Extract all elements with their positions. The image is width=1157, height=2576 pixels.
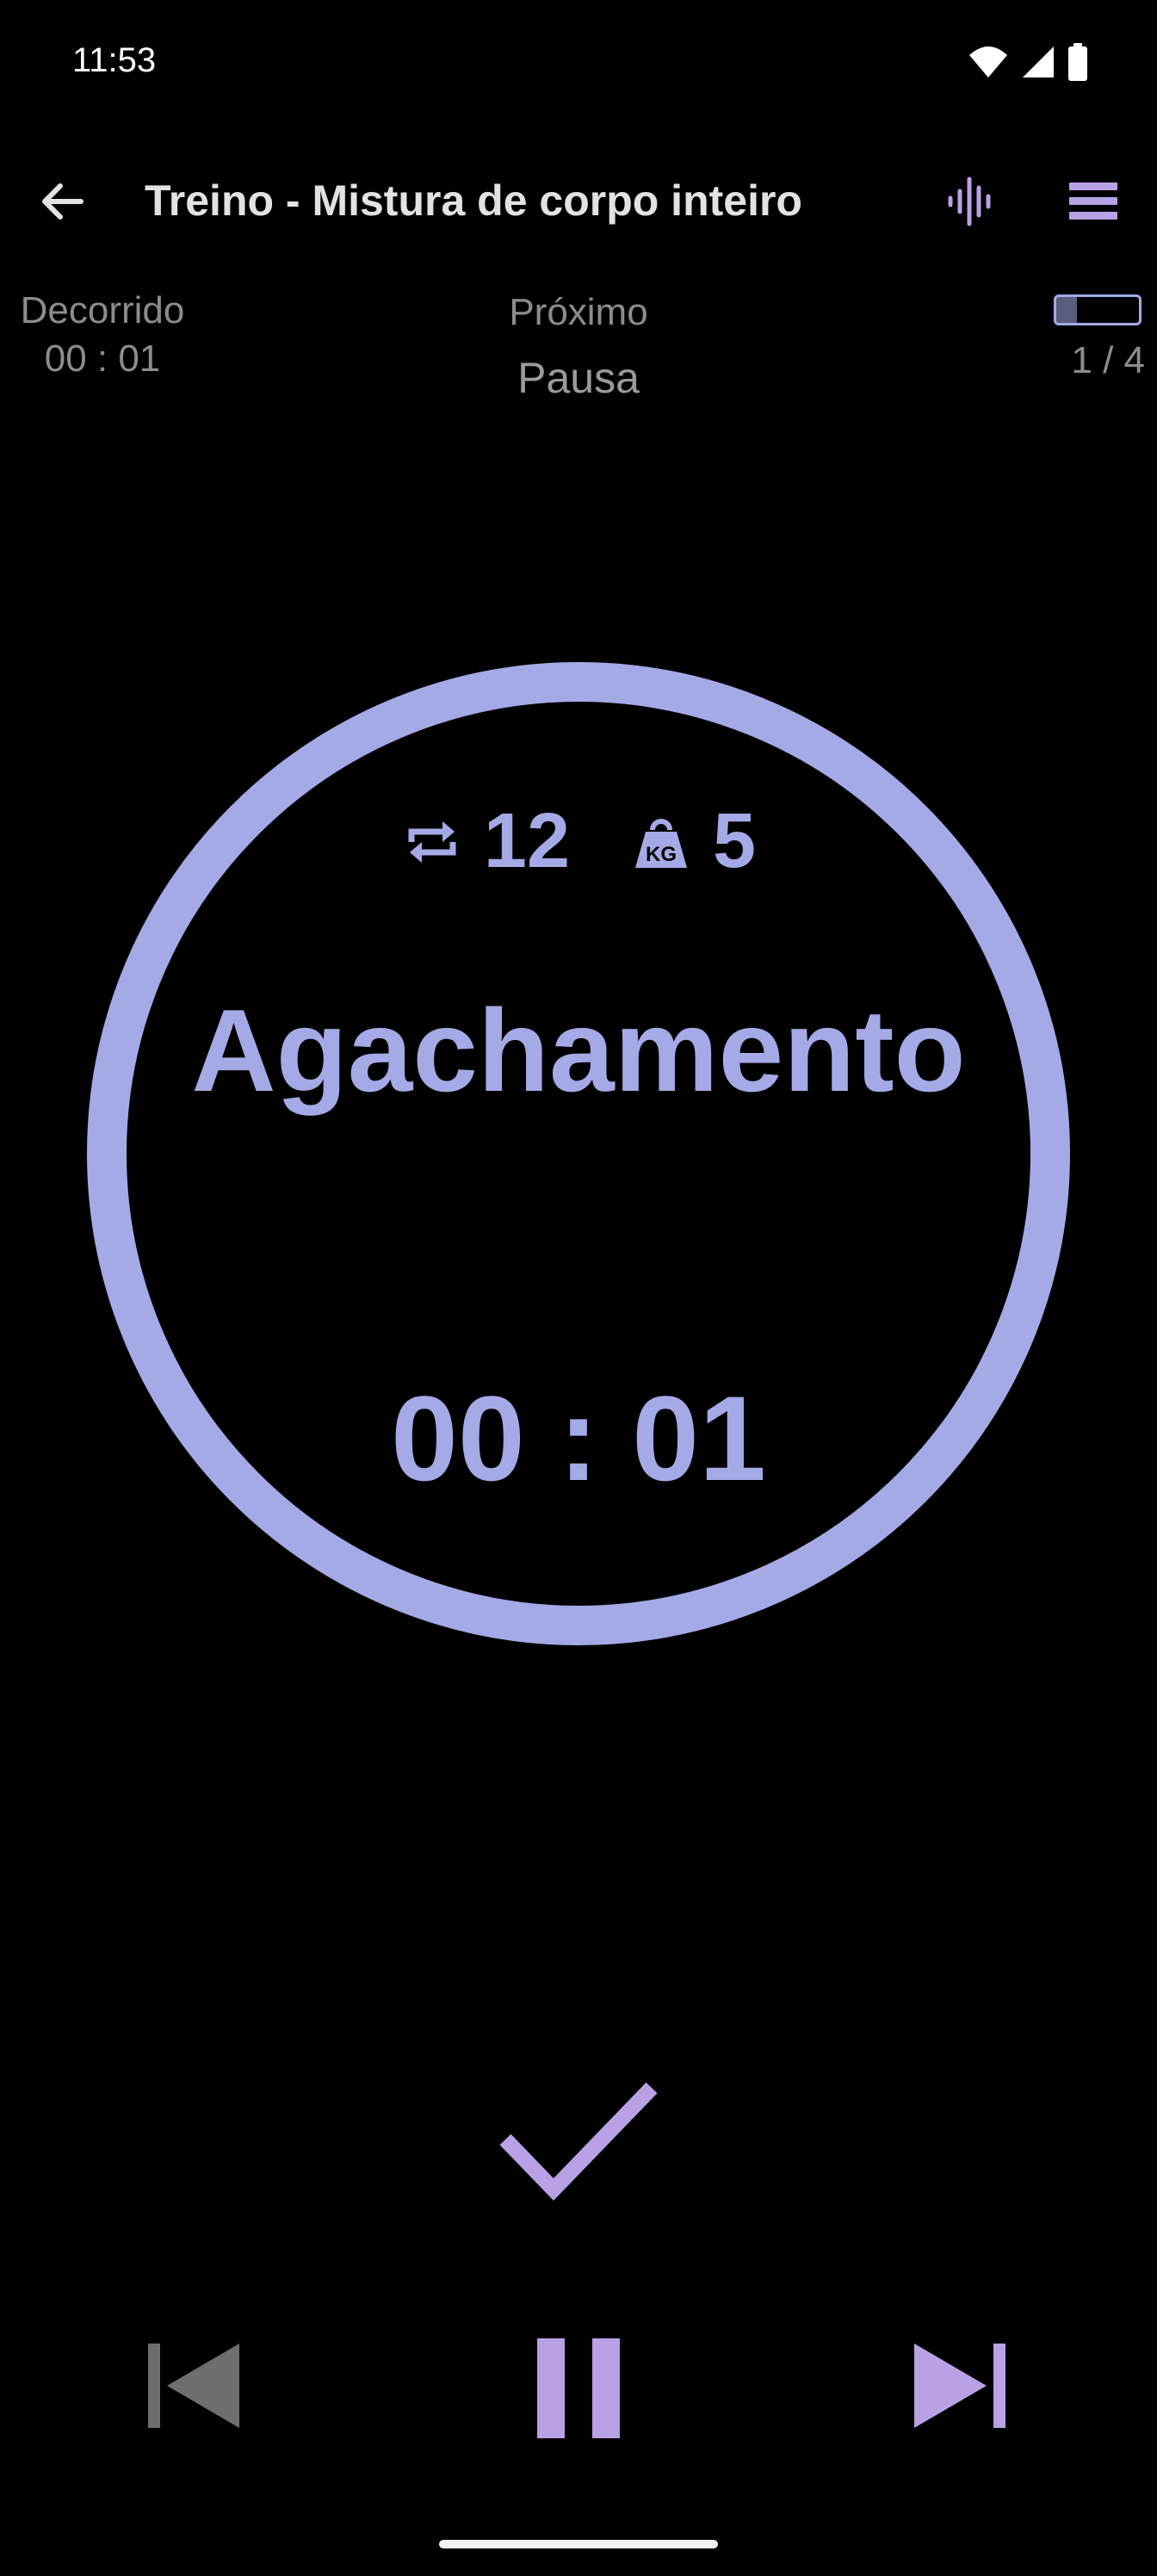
previous-exercise-button[interactable]: [138, 2330, 250, 2442]
skip-previous-icon: [148, 2344, 239, 2428]
arrow-left-icon: [42, 183, 84, 220]
next-exercise-button[interactable]: [904, 2330, 1016, 2442]
pause-icon: [537, 2338, 620, 2438]
signal-icon: [1021, 45, 1055, 84]
kettlebell-kg-icon: KG: [630, 811, 692, 873]
workout-progress-bar: [1054, 294, 1142, 325]
exercise-timer: 00 : 01: [391, 1371, 766, 1506]
audio-wave-icon: [948, 176, 991, 226]
pause-button[interactable]: [520, 2330, 637, 2447]
elapsed-value: 00 : 01: [44, 337, 161, 380]
repeat-icon: [401, 811, 463, 873]
list-menu-icon: [1069, 183, 1117, 220]
page-title: Treino - Mistura de corpo inteiro: [145, 176, 802, 225]
workout-progress-count: 1 / 4: [1071, 339, 1145, 381]
back-button[interactable]: [29, 169, 95, 234]
reps-stat: 12: [401, 797, 570, 886]
skip-next-icon: [914, 2344, 1005, 2428]
home-indicator[interactable]: [439, 2540, 718, 2548]
wifi-icon: [968, 45, 1009, 84]
check-icon: [499, 2082, 658, 2201]
exercise-name: Agachamento: [191, 985, 966, 1116]
weight-value: 5: [713, 798, 757, 884]
voice-guidance-button[interactable]: [938, 169, 1004, 234]
battery-icon: [1067, 43, 1088, 85]
complete-exercise-button[interactable]: [492, 2075, 665, 2213]
exercise-stats: 12 KG 5: [0, 797, 1157, 886]
status-icons: [968, 43, 1088, 85]
workout-progress-fill: [1056, 297, 1077, 323]
exercise-list-button[interactable]: [1061, 169, 1126, 234]
next-exercise: Pausa: [517, 354, 640, 402]
status-time: 11:53: [72, 41, 157, 79]
svg-text:KG: KG: [646, 843, 677, 866]
reps-value: 12: [483, 798, 571, 884]
next-label: Próximo: [509, 291, 648, 333]
elapsed-label: Decorrido: [20, 289, 185, 331]
weight-stat: KG 5: [630, 797, 756, 886]
